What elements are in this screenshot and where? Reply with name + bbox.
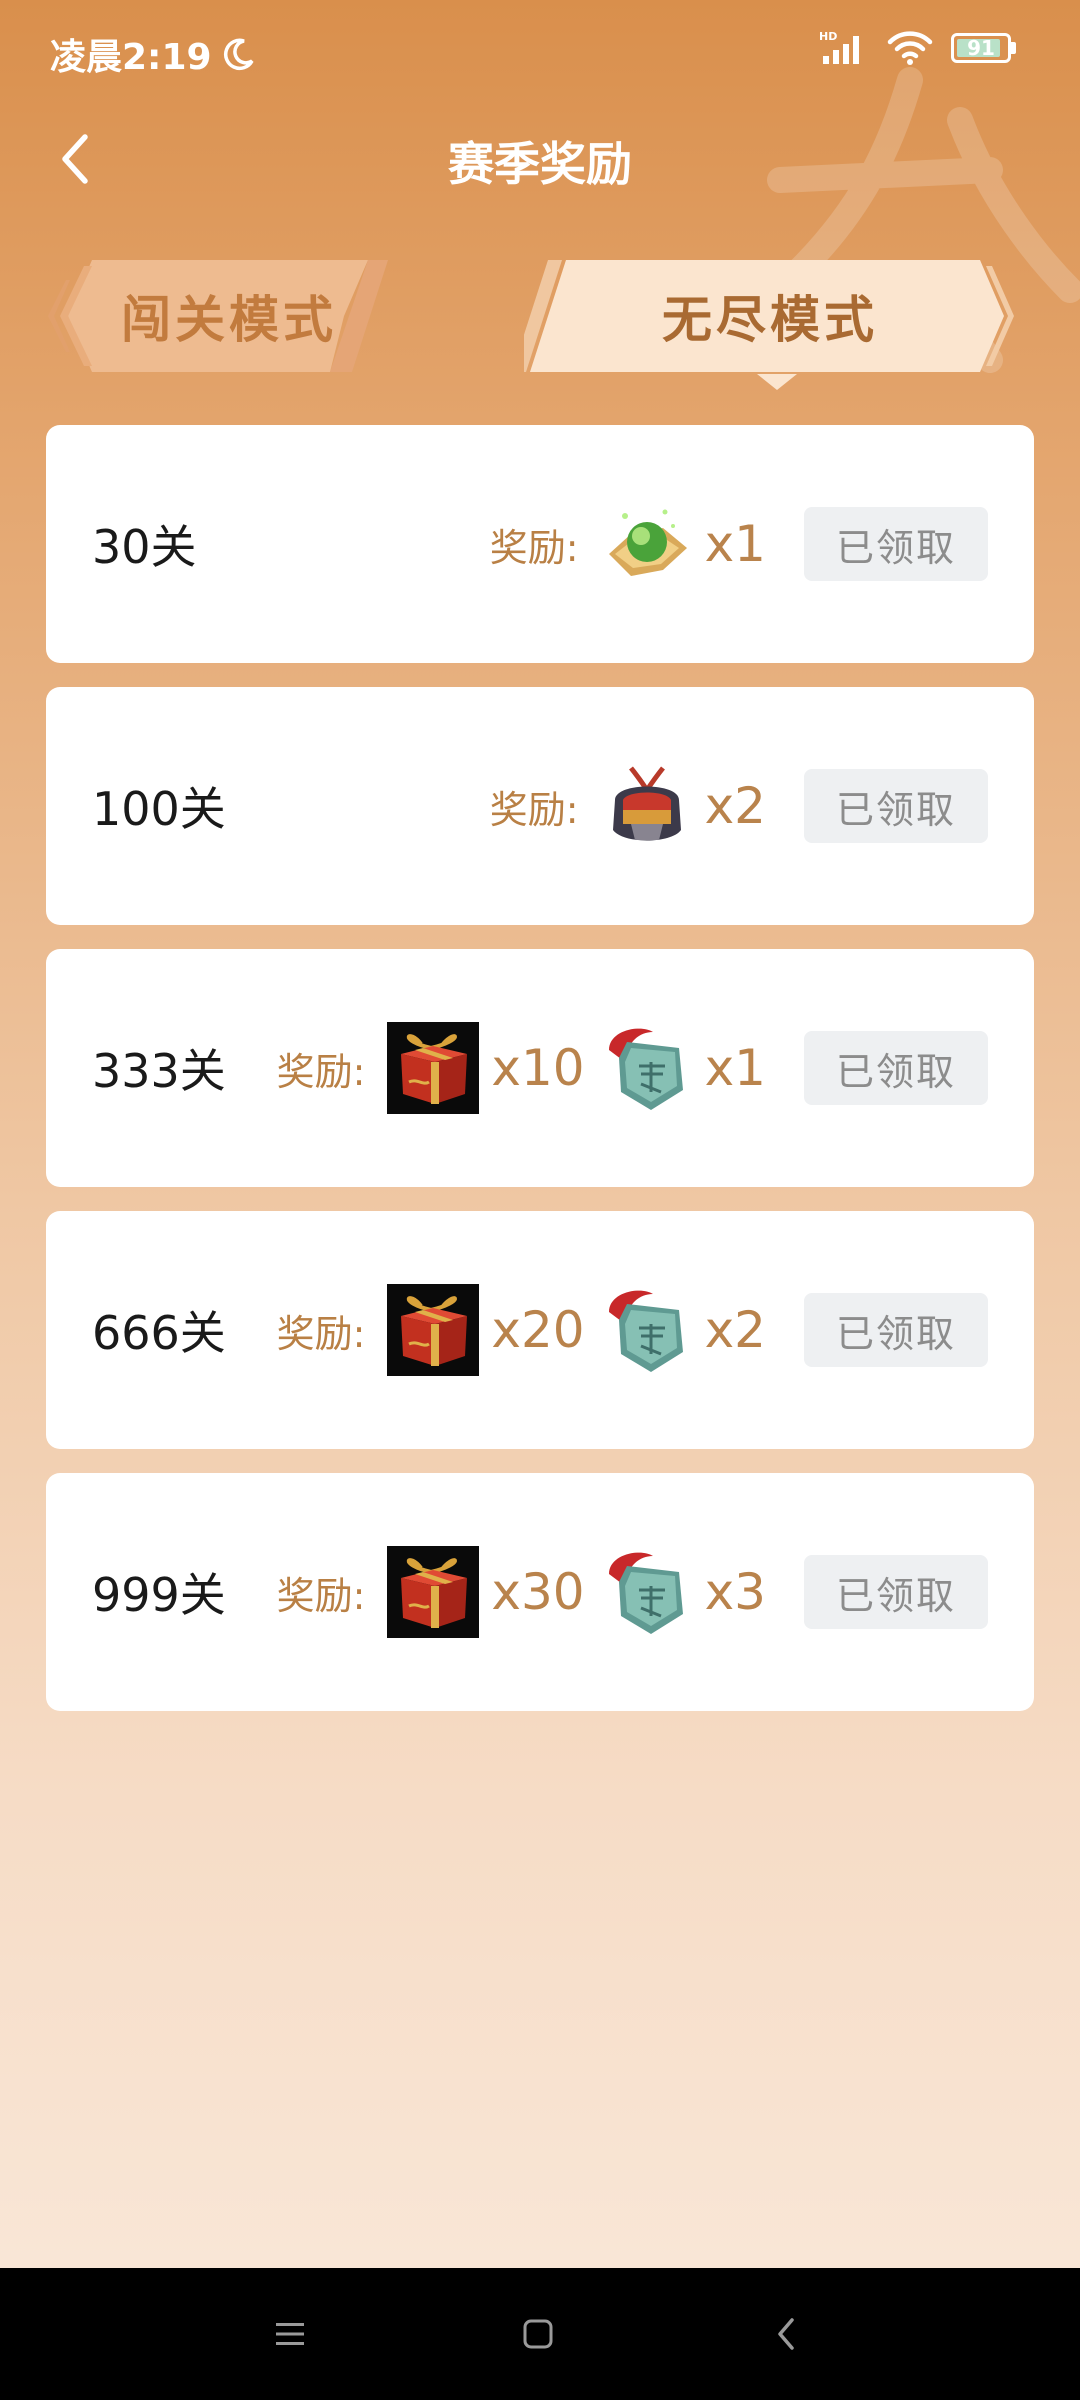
claimed-button[interactable]: 已领取 [804, 507, 988, 581]
reward-row: 30关 奖励: x1 已领取 [46, 425, 1034, 663]
battery-indicator: 91 [951, 33, 1016, 63]
home-button[interactable] [508, 2304, 568, 2364]
reward-label: 奖励: [489, 525, 579, 570]
reward-quantity: x20 [491, 1301, 585, 1359]
reward-details: 奖励: x30 x3 已领取 [277, 1473, 988, 1711]
battery-level-text: 91 [967, 36, 995, 60]
reward-item: x3 [601, 1546, 766, 1638]
moon-icon [223, 38, 254, 71]
reward-item: x1 [601, 498, 766, 590]
battery-nub [1011, 42, 1016, 54]
green-orb-icon [601, 498, 693, 590]
reward-quantity: x2 [704, 1301, 766, 1359]
active-tab-indicator [757, 374, 797, 390]
signal-icon: HD [819, 30, 859, 64]
menu-icon [276, 2323, 304, 2345]
general-token-icon [601, 1546, 693, 1638]
status-time: 凌晨2:19 [50, 28, 256, 80]
reward-quantity: x30 [491, 1563, 585, 1621]
reward-quantity: x2 [704, 777, 766, 835]
header: 赛季奖励 [0, 110, 1080, 210]
level-label: 30关 [92, 520, 197, 574]
claimed-button[interactable]: 已领取 [804, 1293, 988, 1367]
reward-label: 奖励: [276, 1311, 366, 1356]
reward-quantity: x3 [704, 1563, 766, 1621]
status-icons: HD 91 [819, 30, 1016, 66]
tab-endless-mode[interactable]: 无尽模式 [524, 254, 1016, 378]
navigation-bar [0, 2268, 1080, 2400]
reward-item: x1 [601, 1022, 766, 1114]
reward-details: 奖励: x2 已领取 [490, 687, 988, 925]
tab-level-mode[interactable]: 闯关模式 [48, 254, 540, 378]
reward-quantity: x10 [491, 1039, 585, 1097]
reward-row: 100关 奖励: x2 已领取 [46, 687, 1034, 925]
reward-item: x30 [387, 1546, 585, 1638]
battery-icon: 91 [951, 33, 1011, 63]
back-triangle-icon [778, 2318, 794, 2350]
home-icon [523, 2319, 553, 2349]
gift-box-icon [387, 1022, 480, 1114]
reward-item: x2 [601, 1284, 766, 1376]
reward-details: 奖励: x10 x1 已领取 [277, 949, 988, 1187]
wifi-icon [887, 31, 933, 65]
network-type-label: HD [819, 30, 837, 43]
general-token-icon [601, 1284, 693, 1376]
claimed-button[interactable]: 已领取 [804, 769, 988, 843]
reward-quantity: x1 [704, 515, 766, 573]
reward-quantity: x1 [704, 1039, 766, 1097]
reward-label: 奖励: [276, 1573, 366, 1618]
reward-item: x20 [387, 1284, 585, 1376]
gift-box-icon [387, 1284, 480, 1376]
level-label: 100关 [92, 782, 226, 836]
claimed-button[interactable]: 已领取 [804, 1555, 988, 1629]
general-token-icon [601, 1022, 693, 1114]
reward-label: 奖励: [276, 1049, 366, 1094]
reward-list: 30关奖励: x1已领取100关奖励: x2已领取333关奖励: [46, 425, 1034, 1735]
reward-row: 333关 奖励: x10 x1 已领取 [46, 949, 1034, 1187]
mode-tabs: 闯关模式 无尽模式 [48, 254, 1032, 390]
page-title: 赛季奖励 [448, 137, 632, 191]
status-bar: 凌晨2:19 HD 91 [0, 0, 1080, 100]
level-label: 999关 [92, 1568, 226, 1622]
reward-item: x2 [601, 760, 766, 852]
reward-label: 奖励: [489, 787, 579, 832]
helmet-icon [601, 760, 693, 852]
reward-item: x10 [387, 1022, 585, 1114]
menu-button[interactable] [260, 2304, 320, 2364]
tab-label: 闯关模式 [121, 291, 337, 349]
reward-row: 999关 奖励: x30 x3 已领取 [46, 1473, 1034, 1711]
gift-box-icon [387, 1546, 480, 1638]
reward-details: 奖励: x20 x2 已领取 [277, 1211, 988, 1449]
reward-details: 奖励: x1 已领取 [490, 425, 988, 663]
tab-label: 无尽模式 [662, 291, 878, 349]
level-label: 333关 [92, 1044, 226, 1098]
reward-row: 666关 奖励: x20 x2 已领取 [46, 1211, 1034, 1449]
level-label: 666关 [92, 1306, 226, 1360]
claimed-button[interactable]: 已领取 [804, 1031, 988, 1105]
nav-back-button[interactable] [756, 2304, 816, 2364]
